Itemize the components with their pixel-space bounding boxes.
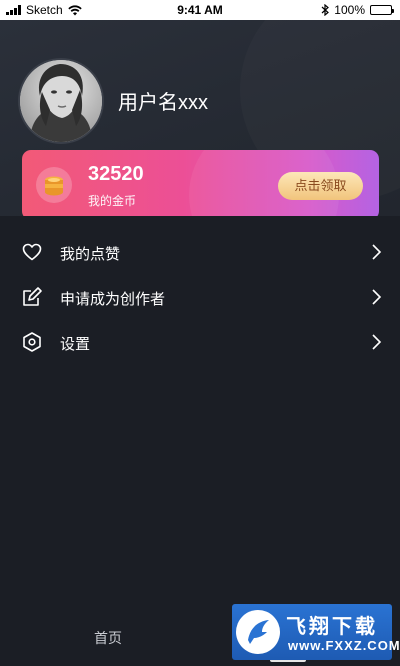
username: 用户名xxx: [118, 92, 208, 114]
menu-item-label: 申请成为创作者: [60, 291, 166, 308]
tab-home[interactable]: 首页: [94, 628, 122, 648]
coin-card: 32520 我的金币 点击领取: [22, 150, 379, 216]
menu-item-likes[interactable]: 我的点赞: [0, 230, 400, 275]
watermark-logo-icon: [236, 610, 280, 654]
wifi-icon: [67, 4, 82, 15]
edit-icon: [23, 287, 42, 306]
avatar-photo: [20, 60, 102, 142]
status-left: Sketch: [6, 3, 82, 17]
coin-stack-icon: [36, 167, 72, 203]
watermark-logo: 飞翔下载 www.FXXZ.COM: [232, 604, 400, 660]
menu-item-become-creator[interactable]: 申请成为创作者: [0, 275, 400, 320]
menu-item-label: 设置: [60, 336, 91, 353]
coin-value: 32520: [88, 163, 144, 185]
status-right: 100%: [321, 3, 394, 17]
menu-item-settings[interactable]: 设置: [0, 320, 400, 365]
battery-icon: [370, 5, 394, 15]
menu-item-label: 我的点赞: [60, 246, 121, 263]
menu-list: 我的点赞 申请成为创作者 设置: [0, 230, 400, 365]
battery-percent: 100%: [334, 3, 365, 17]
watermark-title: 飞翔下载: [286, 616, 378, 638]
avatar[interactable]: [20, 60, 102, 142]
watermark-url: www.FXXZ.COM: [288, 638, 400, 653]
coin-label: 我的金币: [88, 194, 137, 208]
chevron-right-icon: [372, 289, 382, 305]
carrier-label: Sketch: [26, 3, 63, 17]
settings-hexagon-icon: [23, 332, 41, 352]
bluetooth-icon: [321, 4, 330, 16]
profile-header: 用户名xxx 32520 我的金币 点击领取: [0, 20, 400, 216]
status-bar: Sketch 9:41 AM 100%: [0, 0, 400, 20]
signal-bars-icon: [6, 5, 21, 15]
chevron-right-icon: [372, 244, 382, 260]
claim-button[interactable]: 点击领取: [278, 172, 363, 200]
chevron-right-icon: [372, 334, 382, 350]
heart-icon: [22, 243, 42, 261]
